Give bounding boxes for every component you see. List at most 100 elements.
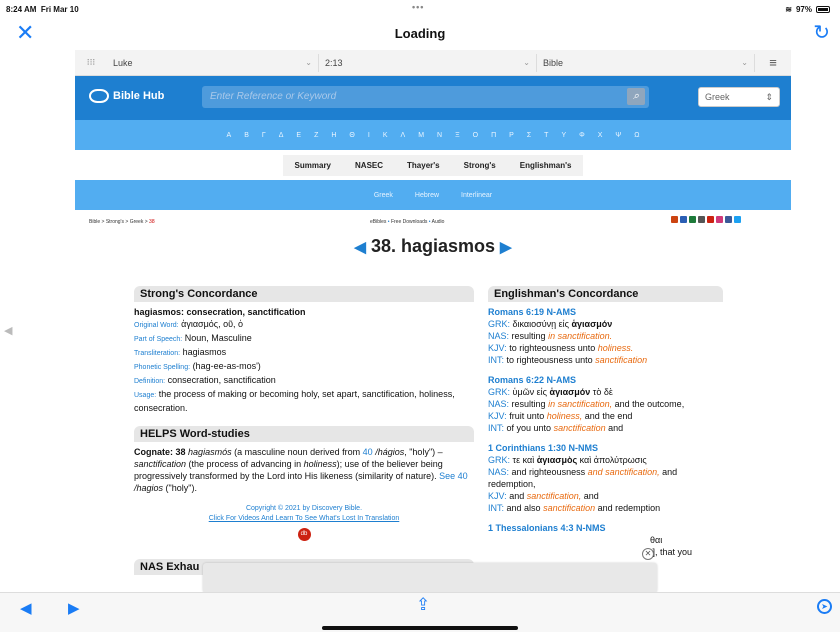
version-select[interactable]: Bible ⌄ <box>537 53 755 72</box>
alpha-letter[interactable]: Μ <box>418 132 424 139</box>
free-downloads-link[interactable]: Free Downloads <box>391 219 427 225</box>
search-input[interactable]: Enter Reference or Keyword ⌕ <box>202 86 649 108</box>
pinterest-icon[interactable] <box>707 216 714 223</box>
grid-icon[interactable]: ⁝⁝⁝ <box>75 57 107 68</box>
alpha-letter[interactable]: Λ <box>401 132 406 139</box>
alpha-letter[interactable]: Ο <box>473 132 478 139</box>
definition: Definition: consecration, sanctification <box>134 375 276 385</box>
alpha-letter[interactable]: Χ <box>598 132 603 139</box>
facebook-icon[interactable] <box>725 216 732 223</box>
ad-overlay[interactable] <box>203 563 657 593</box>
tab-englishmans[interactable]: Englishman's <box>507 154 584 176</box>
language-tabs: Greek Hebrew Interlinear <box>75 180 791 210</box>
grk-line-partial: θαι <box>650 535 663 545</box>
tab-interlinear[interactable]: Interlinear <box>461 192 492 199</box>
discovery-bible-icon[interactable]: db <box>297 528 311 541</box>
word-icon[interactable] <box>680 216 687 223</box>
home-indicator[interactable] <box>322 626 518 630</box>
videos-link[interactable]: Click For Videos And Learn To See What's… <box>134 514 474 524</box>
alpha-letter[interactable]: Τ <box>544 132 548 139</box>
int-line: INT: to righteousness unto sanctificatio… <box>488 355 648 365</box>
reload-icon[interactable]: ↻ <box>813 20 830 45</box>
transliteration: Transliteration: hagiasmos <box>134 347 227 357</box>
tab-thayers[interactable]: Thayer's <box>395 154 452 176</box>
social-icons <box>671 216 741 223</box>
chevron-down-icon: ⌄ <box>305 58 312 67</box>
breadcrumb: Bible > Strong's > Greek > 38 <box>89 219 155 225</box>
crumb-greek[interactable]: Greek <box>130 219 144 225</box>
alpha-letter[interactable]: Ε <box>296 132 301 139</box>
chevron-down-icon: ⌄ <box>523 58 530 67</box>
alpha-letter[interactable]: Ζ <box>314 132 318 139</box>
part-of-speech: Part of Speech: Noun, Masculine <box>134 333 252 343</box>
alpha-letter[interactable]: Ψ <box>615 132 621 139</box>
search-icon[interactable]: ⌕ <box>627 88 645 105</box>
language-select[interactable]: Greek ⇕ <box>698 87 780 107</box>
alpha-letter[interactable]: Γ <box>262 132 266 139</box>
kjv-line: KJV: fruit unto holiness, and the end <box>488 411 633 421</box>
verse-ref-link[interactable]: 1 Thessalonians 4:3 N-NMS <box>488 522 723 534</box>
nas-line-partial: is], that you <box>646 547 693 557</box>
alpha-letter[interactable]: Θ <box>349 132 354 139</box>
alpha-letter[interactable]: Δ <box>279 132 284 139</box>
twitter-icon[interactable] <box>734 216 741 223</box>
prev-entry-icon[interactable]: ◀ <box>354 239 366 256</box>
alpha-letter[interactable]: Κ <box>383 132 388 139</box>
next-entry-icon[interactable]: ▶ <box>500 239 512 256</box>
print-icon[interactable] <box>698 216 705 223</box>
alpha-letter[interactable]: Ω <box>634 132 639 139</box>
logo[interactable]: Bible Hub <box>89 89 164 103</box>
verse-ref-link[interactable]: 1 Corinthians 1:30 N-NMS <box>488 442 723 454</box>
book-select[interactable]: Luke ⌄ <box>107 53 319 72</box>
verse-ref-link[interactable]: Romans 6:22 N-AMS <box>488 374 723 386</box>
excel-icon[interactable] <box>689 216 696 223</box>
alpha-letter[interactable]: Ρ <box>509 132 514 139</box>
tab-summary[interactable]: Summary <box>282 154 344 176</box>
share-icon[interactable]: ⇪ <box>416 595 430 615</box>
ebibles-link[interactable]: eBibles <box>370 219 386 225</box>
alpha-letter[interactable]: Η <box>331 132 336 139</box>
tab-greek[interactable]: Greek <box>374 192 393 199</box>
phonetic-spelling: Phonetic Spelling: (hag-ee-as-mos') <box>134 361 261 371</box>
alpha-letter[interactable]: Ξ <box>455 132 460 139</box>
back-icon[interactable]: ◀ <box>20 599 32 617</box>
alpha-letter[interactable]: Ι <box>368 132 370 139</box>
grk-line: GRK: τε καὶ ἁγιασμὸς καὶ ἀπολύτρωσις <box>488 455 647 465</box>
tab-hebrew[interactable]: Hebrew <box>415 192 439 199</box>
alpha-letter[interactable]: Ν <box>437 132 442 139</box>
alpha-letter[interactable]: Υ <box>561 132 566 139</box>
see-40-link[interactable]: See 40 <box>439 471 468 481</box>
battery-icon <box>816 6 830 13</box>
verse-select[interactable]: 2:13 ⌄ <box>319 53 537 72</box>
alpha-letter[interactable]: Π <box>491 132 496 139</box>
compass-icon[interactable]: ➤ <box>817 599 832 614</box>
copyright: Copyright © 2021 by Discovery Bible. <box>245 505 363 512</box>
nas-line: NAS: resulting in sanctification. <box>488 331 613 341</box>
audio-link[interactable]: Audio <box>432 219 445 225</box>
right-column: Englishman's Concordance Romans 6:19 N-A… <box>488 286 723 558</box>
breadcrumb-row: Bible > Strong's > Greek > 38 eBibles • … <box>75 216 791 232</box>
side-arrow-icon[interactable]: ◀ <box>4 324 12 337</box>
tab-nasec[interactable]: NASEC <box>343 154 396 176</box>
alpha-letter[interactable]: Φ <box>579 132 585 139</box>
greek-alphabet-bar: ΑΒΓΔΕΖΗΘΙΚΛΜΝΞΟΠΡΣΤΥΦΧΨΩ <box>75 120 791 150</box>
alpha-letter[interactable]: Σ <box>527 132 531 139</box>
site-header: Bible Hub Enter Reference or Keyword ⌕ Gr… <box>75 76 791 120</box>
helps-text: Cognate: 38 hagiasmós (a masculine noun … <box>134 447 468 493</box>
strongs-heading: Strong's Concordance <box>134 286 474 302</box>
crumb-bible[interactable]: Bible <box>89 219 100 225</box>
verse-ref-link[interactable]: Romans 6:19 N-AMS <box>488 306 723 318</box>
tab-strongs[interactable]: Strong's <box>451 154 508 176</box>
status-right: ≋ 97% <box>785 5 830 14</box>
forward-icon[interactable]: ▶ <box>68 599 80 617</box>
multitask-dots[interactable]: ••• <box>412 2 424 12</box>
pdf-icon[interactable] <box>671 216 678 223</box>
crumb-strongs[interactable]: Strong's <box>106 219 124 225</box>
menu-icon[interactable]: ≡ <box>755 55 791 70</box>
alpha-letter[interactable]: Β <box>244 132 249 139</box>
alpha-letter[interactable]: Α <box>227 132 232 139</box>
strongs-40-link[interactable]: 40 <box>363 447 373 457</box>
close-ad-icon[interactable]: ✕ <box>642 548 654 560</box>
instagram-icon[interactable] <box>716 216 723 223</box>
logo-icon <box>89 89 109 103</box>
